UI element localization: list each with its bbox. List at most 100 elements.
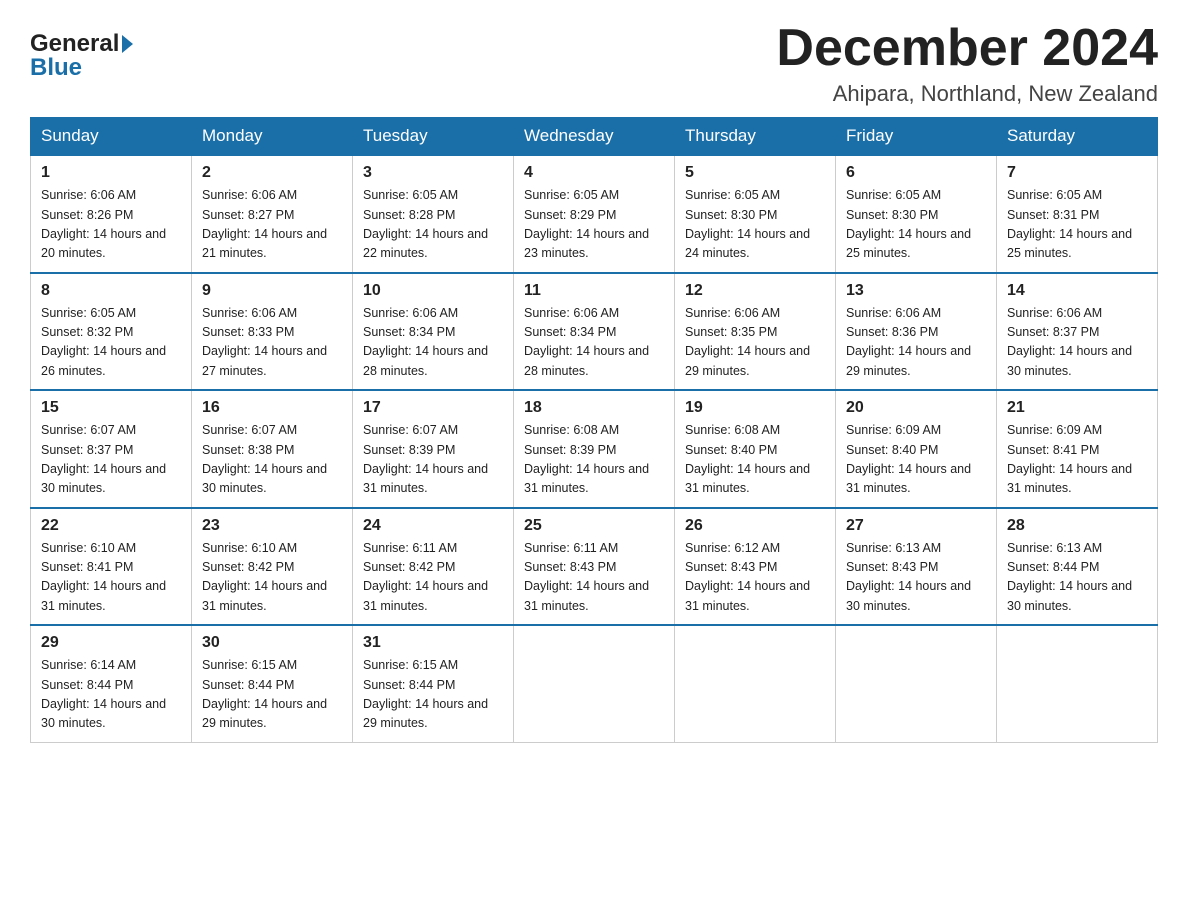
day-number: 23 xyxy=(202,517,342,535)
calendar-cell: 28 Sunrise: 6:13 AMSunset: 8:44 PMDaylig… xyxy=(997,508,1158,626)
day-number: 21 xyxy=(1007,399,1147,417)
calendar-header-thursday: Thursday xyxy=(675,118,836,156)
calendar-cell: 22 Sunrise: 6:10 AMSunset: 8:41 PMDaylig… xyxy=(31,508,192,626)
title-block: December 2024 Ahipara, Northland, New Ze… xyxy=(776,20,1158,107)
day-number: 2 xyxy=(202,164,342,182)
day-info: Sunrise: 6:05 AMSunset: 8:30 PMDaylight:… xyxy=(685,188,810,260)
day-info: Sunrise: 6:13 AMSunset: 8:43 PMDaylight:… xyxy=(846,541,971,613)
calendar-header-wednesday: Wednesday xyxy=(514,118,675,156)
calendar-cell: 19 Sunrise: 6:08 AMSunset: 8:40 PMDaylig… xyxy=(675,390,836,508)
calendar-cell: 5 Sunrise: 6:05 AMSunset: 8:30 PMDayligh… xyxy=(675,155,836,273)
calendar-cell: 15 Sunrise: 6:07 AMSunset: 8:37 PMDaylig… xyxy=(31,390,192,508)
day-info: Sunrise: 6:07 AMSunset: 8:39 PMDaylight:… xyxy=(363,423,488,495)
day-number: 9 xyxy=(202,282,342,300)
day-info: Sunrise: 6:05 AMSunset: 8:28 PMDaylight:… xyxy=(363,188,488,260)
day-info: Sunrise: 6:11 AMSunset: 8:42 PMDaylight:… xyxy=(363,541,488,613)
day-number: 13 xyxy=(846,282,986,300)
day-number: 5 xyxy=(685,164,825,182)
day-number: 4 xyxy=(524,164,664,182)
calendar-cell xyxy=(836,625,997,742)
day-number: 3 xyxy=(363,164,503,182)
calendar-cell: 11 Sunrise: 6:06 AMSunset: 8:34 PMDaylig… xyxy=(514,273,675,391)
calendar-cell: 13 Sunrise: 6:06 AMSunset: 8:36 PMDaylig… xyxy=(836,273,997,391)
day-number: 17 xyxy=(363,399,503,417)
month-title: December 2024 xyxy=(776,20,1158,77)
calendar-header-saturday: Saturday xyxy=(997,118,1158,156)
day-number: 19 xyxy=(685,399,825,417)
calendar-cell: 20 Sunrise: 6:09 AMSunset: 8:40 PMDaylig… xyxy=(836,390,997,508)
day-number: 6 xyxy=(846,164,986,182)
day-info: Sunrise: 6:06 AMSunset: 8:33 PMDaylight:… xyxy=(202,306,327,378)
day-number: 29 xyxy=(41,634,181,652)
calendar-cell: 4 Sunrise: 6:05 AMSunset: 8:29 PMDayligh… xyxy=(514,155,675,273)
calendar-header-row: SundayMondayTuesdayWednesdayThursdayFrid… xyxy=(31,118,1158,156)
day-info: Sunrise: 6:09 AMSunset: 8:40 PMDaylight:… xyxy=(846,423,971,495)
calendar-cell: 24 Sunrise: 6:11 AMSunset: 8:42 PMDaylig… xyxy=(353,508,514,626)
calendar-cell: 27 Sunrise: 6:13 AMSunset: 8:43 PMDaylig… xyxy=(836,508,997,626)
page-header: General Blue December 2024 Ahipara, Nort… xyxy=(30,20,1158,107)
calendar-cell xyxy=(514,625,675,742)
calendar-week-row: 1 Sunrise: 6:06 AMSunset: 8:26 PMDayligh… xyxy=(31,155,1158,273)
day-info: Sunrise: 6:06 AMSunset: 8:37 PMDaylight:… xyxy=(1007,306,1132,378)
day-number: 27 xyxy=(846,517,986,535)
calendar-cell: 14 Sunrise: 6:06 AMSunset: 8:37 PMDaylig… xyxy=(997,273,1158,391)
calendar-header-tuesday: Tuesday xyxy=(353,118,514,156)
day-info: Sunrise: 6:07 AMSunset: 8:38 PMDaylight:… xyxy=(202,423,327,495)
calendar-cell: 2 Sunrise: 6:06 AMSunset: 8:27 PMDayligh… xyxy=(192,155,353,273)
day-info: Sunrise: 6:10 AMSunset: 8:42 PMDaylight:… xyxy=(202,541,327,613)
day-number: 12 xyxy=(685,282,825,300)
day-number: 15 xyxy=(41,399,181,417)
calendar-cell xyxy=(997,625,1158,742)
location-title: Ahipara, Northland, New Zealand xyxy=(776,81,1158,107)
day-number: 24 xyxy=(363,517,503,535)
day-info: Sunrise: 6:06 AMSunset: 8:34 PMDaylight:… xyxy=(363,306,488,378)
calendar-cell: 25 Sunrise: 6:11 AMSunset: 8:43 PMDaylig… xyxy=(514,508,675,626)
logo-blue-text: Blue xyxy=(30,54,82,82)
calendar-header-friday: Friday xyxy=(836,118,997,156)
day-number: 26 xyxy=(685,517,825,535)
calendar-week-row: 8 Sunrise: 6:05 AMSunset: 8:32 PMDayligh… xyxy=(31,273,1158,391)
day-number: 7 xyxy=(1007,164,1147,182)
day-number: 18 xyxy=(524,399,664,417)
day-info: Sunrise: 6:06 AMSunset: 8:27 PMDaylight:… xyxy=(202,188,327,260)
day-number: 11 xyxy=(524,282,664,300)
calendar-cell: 9 Sunrise: 6:06 AMSunset: 8:33 PMDayligh… xyxy=(192,273,353,391)
day-info: Sunrise: 6:05 AMSunset: 8:29 PMDaylight:… xyxy=(524,188,649,260)
calendar-week-row: 22 Sunrise: 6:10 AMSunset: 8:41 PMDaylig… xyxy=(31,508,1158,626)
day-info: Sunrise: 6:05 AMSunset: 8:30 PMDaylight:… xyxy=(846,188,971,260)
calendar-week-row: 29 Sunrise: 6:14 AMSunset: 8:44 PMDaylig… xyxy=(31,625,1158,742)
logo-arrow-icon xyxy=(122,35,133,53)
calendar-cell: 26 Sunrise: 6:12 AMSunset: 8:43 PMDaylig… xyxy=(675,508,836,626)
day-info: Sunrise: 6:07 AMSunset: 8:37 PMDaylight:… xyxy=(41,423,166,495)
day-info: Sunrise: 6:15 AMSunset: 8:44 PMDaylight:… xyxy=(363,658,488,730)
day-info: Sunrise: 6:06 AMSunset: 8:36 PMDaylight:… xyxy=(846,306,971,378)
day-number: 25 xyxy=(524,517,664,535)
day-info: Sunrise: 6:05 AMSunset: 8:32 PMDaylight:… xyxy=(41,306,166,378)
day-info: Sunrise: 6:13 AMSunset: 8:44 PMDaylight:… xyxy=(1007,541,1132,613)
calendar-cell: 16 Sunrise: 6:07 AMSunset: 8:38 PMDaylig… xyxy=(192,390,353,508)
calendar-cell: 1 Sunrise: 6:06 AMSunset: 8:26 PMDayligh… xyxy=(31,155,192,273)
day-number: 28 xyxy=(1007,517,1147,535)
day-number: 10 xyxy=(363,282,503,300)
day-number: 16 xyxy=(202,399,342,417)
day-info: Sunrise: 6:08 AMSunset: 8:40 PMDaylight:… xyxy=(685,423,810,495)
logo: General Blue xyxy=(30,30,133,82)
calendar-cell: 17 Sunrise: 6:07 AMSunset: 8:39 PMDaylig… xyxy=(353,390,514,508)
calendar-cell: 30 Sunrise: 6:15 AMSunset: 8:44 PMDaylig… xyxy=(192,625,353,742)
calendar-cell: 12 Sunrise: 6:06 AMSunset: 8:35 PMDaylig… xyxy=(675,273,836,391)
day-info: Sunrise: 6:14 AMSunset: 8:44 PMDaylight:… xyxy=(41,658,166,730)
day-number: 22 xyxy=(41,517,181,535)
calendar-cell: 23 Sunrise: 6:10 AMSunset: 8:42 PMDaylig… xyxy=(192,508,353,626)
day-info: Sunrise: 6:06 AMSunset: 8:26 PMDaylight:… xyxy=(41,188,166,260)
calendar-cell: 3 Sunrise: 6:05 AMSunset: 8:28 PMDayligh… xyxy=(353,155,514,273)
calendar-cell: 10 Sunrise: 6:06 AMSunset: 8:34 PMDaylig… xyxy=(353,273,514,391)
calendar-cell: 21 Sunrise: 6:09 AMSunset: 8:41 PMDaylig… xyxy=(997,390,1158,508)
day-number: 20 xyxy=(846,399,986,417)
calendar-cell: 8 Sunrise: 6:05 AMSunset: 8:32 PMDayligh… xyxy=(31,273,192,391)
day-info: Sunrise: 6:08 AMSunset: 8:39 PMDaylight:… xyxy=(524,423,649,495)
calendar-cell: 31 Sunrise: 6:15 AMSunset: 8:44 PMDaylig… xyxy=(353,625,514,742)
day-number: 8 xyxy=(41,282,181,300)
calendar-cell: 7 Sunrise: 6:05 AMSunset: 8:31 PMDayligh… xyxy=(997,155,1158,273)
calendar-cell xyxy=(675,625,836,742)
calendar-week-row: 15 Sunrise: 6:07 AMSunset: 8:37 PMDaylig… xyxy=(31,390,1158,508)
